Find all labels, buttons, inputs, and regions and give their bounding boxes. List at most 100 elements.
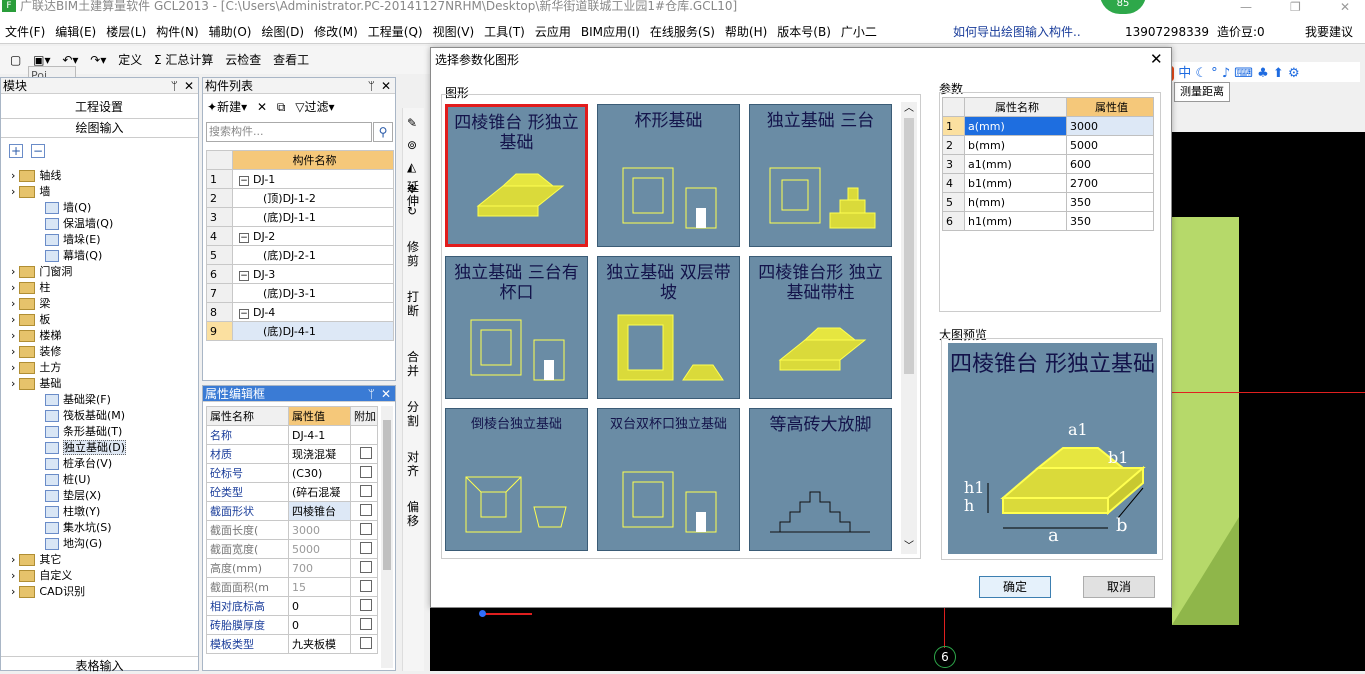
tree-item[interactable]: › 柱 (11, 280, 50, 296)
property-value[interactable]: (C30) (288, 463, 351, 483)
tree-item[interactable]: › 装修 (11, 344, 61, 360)
expand-arrow-icon[interactable]: › (11, 265, 15, 278)
collapse-all-icon[interactable]: − (31, 144, 45, 158)
tree-item[interactable]: 保温墙(Q) (45, 216, 113, 232)
param-row[interactable]: 6 h1(mm) 350 (942, 211, 1154, 231)
collapse-box-icon[interactable]: − (239, 308, 249, 319)
component-name-cell[interactable]: − DJ-4 (232, 302, 394, 322)
dialog-close-icon[interactable]: ✕ (1150, 50, 1163, 68)
param-row[interactable]: 4 b1(mm) 2700 (942, 173, 1154, 193)
search-icon[interactable]: ⚲ (373, 122, 393, 142)
axis-bubble[interactable]: 6 (934, 646, 956, 668)
menu-edit[interactable]: 编辑(E) (50, 20, 101, 44)
help-link[interactable]: 如何导出绘图输入构件.. (948, 20, 1086, 44)
menu-help[interactable]: 帮助(H) (720, 20, 772, 44)
menu-quantity[interactable]: 工程量(Q) (363, 20, 428, 44)
param-row[interactable]: 1 a(mm) 3000 (942, 116, 1154, 136)
expand-arrow-icon[interactable]: › (11, 169, 15, 182)
tree-item[interactable]: › 门窗洞 (11, 264, 72, 280)
table-row[interactable]: 4− DJ-2 (206, 226, 394, 246)
extra-checkbox[interactable] (359, 598, 372, 611)
property-row[interactable]: 相对底标高 0 (206, 596, 378, 616)
tree-item[interactable]: › 轴线 (11, 168, 61, 184)
new-button[interactable]: ✦新建▾ (207, 100, 247, 114)
menu-online[interactable]: 在线服务(S) (645, 20, 720, 44)
table-input-tab[interactable]: 表格输入 (1, 656, 198, 673)
modify-tool-button[interactable]: 延伸 (407, 180, 421, 208)
tree-item[interactable]: 墙垛(E) (45, 232, 101, 248)
expand-arrow-icon[interactable]: › (11, 361, 15, 374)
property-value[interactable]: 0 (288, 615, 351, 635)
property-value[interactable]: 3000 (288, 520, 351, 540)
tree-item[interactable]: 幕墙(Q) (45, 248, 102, 264)
minimize-icon[interactable]: — (1240, 0, 1252, 14)
modify-tool-button[interactable]: 分割 (407, 400, 421, 428)
component-search-input[interactable]: 搜索构件... (206, 122, 372, 142)
property-value[interactable]: 15 (288, 577, 351, 597)
close-panel-icon[interactable]: ✕ (381, 78, 391, 94)
cloud-check-button[interactable]: 云检查 (225, 46, 261, 74)
component-name-cell[interactable]: (底)DJ-4-1 (232, 321, 394, 341)
property-row[interactable]: 材质 现浇混凝 (206, 444, 378, 464)
property-row[interactable]: 高度(mm) 700 (206, 558, 378, 578)
menu-floor[interactable]: 楼层(L) (101, 20, 151, 44)
shape-option[interactable]: 双台双杯口独立基础 (597, 408, 740, 551)
extra-checkbox[interactable] (359, 579, 372, 592)
expand-arrow-icon[interactable]: › (11, 297, 15, 310)
shape-option[interactable]: 四棱锥台 形独立基础 (445, 104, 588, 247)
menu-view[interactable]: 视图(V) (428, 20, 480, 44)
expand-all-icon[interactable]: + (9, 144, 23, 158)
table-row[interactable]: 1− DJ-1 (206, 169, 394, 189)
modify-tool-button[interactable]: 打断 (407, 290, 421, 318)
menu-bim[interactable]: BIM应用(I) (576, 20, 645, 44)
ime-toolbar[interactable]: S中 ☾ ° ♪ ⌨ ♣ ⬆ ⚙ (1160, 62, 1360, 82)
tree-item[interactable]: 基础梁(F) (45, 392, 111, 408)
shape-option[interactable]: 倒棱台独立基础 (445, 408, 588, 551)
component-name-cell[interactable]: (底)DJ-2-1 (232, 245, 394, 265)
param-value[interactable]: 350 (1066, 192, 1154, 212)
tree-item[interactable]: 独立基础(D) (45, 440, 127, 456)
tree-item[interactable]: › 楼梯 (11, 328, 61, 344)
expand-arrow-icon[interactable]: › (11, 329, 15, 342)
property-value[interactable]: 四棱锥台 (288, 501, 351, 521)
param-row[interactable]: 2 b(mm) 5000 (942, 135, 1154, 155)
menu-component[interactable]: 构件(N) (151, 20, 203, 44)
expand-arrow-icon[interactable]: › (11, 569, 15, 582)
extra-checkbox[interactable] (359, 617, 372, 630)
pin-icon[interactable]: ᛘ (368, 386, 375, 402)
property-row[interactable]: 截面形状 四棱锥台 (206, 501, 378, 521)
param-row[interactable]: 3 a1(mm) 600 (942, 154, 1154, 174)
tree-item[interactable]: 地沟(G) (45, 536, 102, 552)
property-value[interactable]: 现浇混凝 (288, 444, 351, 464)
menu-modify[interactable]: 修改(M) (309, 20, 363, 44)
score-badge[interactable]: 85 (1100, 0, 1146, 14)
draw-input-tab[interactable]: 绘图输入 (1, 118, 198, 138)
new-file-icon[interactable]: ▢ (10, 46, 21, 74)
menu-tools[interactable]: 工具(T) (479, 20, 530, 44)
shape-option[interactable]: 四棱锥台形 独立基础带柱 (749, 256, 892, 399)
component-name-cell[interactable]: − DJ-2 (232, 226, 394, 246)
delete-icon[interactable]: ✕ (257, 100, 267, 114)
expand-arrow-icon[interactable]: › (11, 377, 15, 390)
measure-distance-button[interactable]: 测量距离 (1174, 82, 1230, 102)
expand-arrow-icon[interactable]: › (11, 345, 15, 358)
maximize-icon[interactable]: ❐ (1290, 0, 1301, 14)
scroll-down-icon[interactable]: ﹀ (901, 540, 917, 554)
pin-icon[interactable]: ᛘ (171, 78, 178, 94)
expand-arrow-icon[interactable]: › (11, 281, 15, 294)
property-row[interactable]: 名称 DJ-4-1 (206, 425, 378, 445)
drawing-canvas-bottom[interactable] (430, 608, 1172, 671)
extra-checkbox[interactable] (359, 503, 372, 516)
property-value[interactable]: 5000 (288, 539, 351, 559)
shape-option[interactable]: 等高砖大放脚 (749, 408, 892, 551)
tree-item[interactable]: 桩承台(V) (45, 456, 112, 472)
modify-tool-button[interactable]: 修剪 (407, 240, 421, 268)
menu-file[interactable]: 文件(F) (0, 20, 50, 44)
collapse-box-icon[interactable]: − (239, 175, 249, 186)
cancel-button[interactable]: 取消 (1083, 576, 1155, 598)
expand-arrow-icon[interactable]: › (11, 185, 15, 198)
property-value[interactable]: DJ-4-1 (288, 425, 351, 445)
property-scrollbar[interactable] (381, 406, 393, 668)
shape-option[interactable]: 独立基础 双层带坡 (597, 256, 740, 399)
shape-option[interactable]: 独立基础 三台有杯口 (445, 256, 588, 399)
